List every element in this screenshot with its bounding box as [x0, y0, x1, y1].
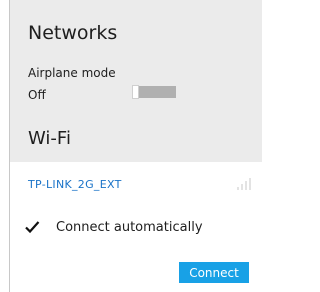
toggle-thumb[interactable]	[132, 85, 139, 99]
connect-automatically-checkbox[interactable]: Connect automatically	[24, 217, 203, 237]
networks-header-section: Networks Airplane mode Off Wi-Fi	[10, 0, 262, 162]
connect-automatically-label: Connect automatically	[56, 219, 203, 235]
connect-button[interactable]: Connect	[179, 262, 249, 283]
checkmark-icon	[25, 221, 40, 234]
airplane-mode-label: Airplane mode	[28, 66, 116, 80]
wifi-signal-icon	[237, 178, 251, 190]
airplane-mode-state: Off	[28, 88, 46, 102]
wifi-section-header: Wi-Fi	[28, 128, 71, 149]
networks-panel: Networks Airplane mode Off Wi-Fi TP-LINK…	[9, 0, 262, 292]
airplane-mode-toggle[interactable]	[132, 85, 176, 99]
network-name[interactable]: TP-LINK_2G_EXT	[28, 178, 122, 191]
network-item-selected[interactable]: TP-LINK_2G_EXT Connect automatically Con…	[10, 162, 262, 292]
panel-title: Networks	[28, 22, 118, 44]
